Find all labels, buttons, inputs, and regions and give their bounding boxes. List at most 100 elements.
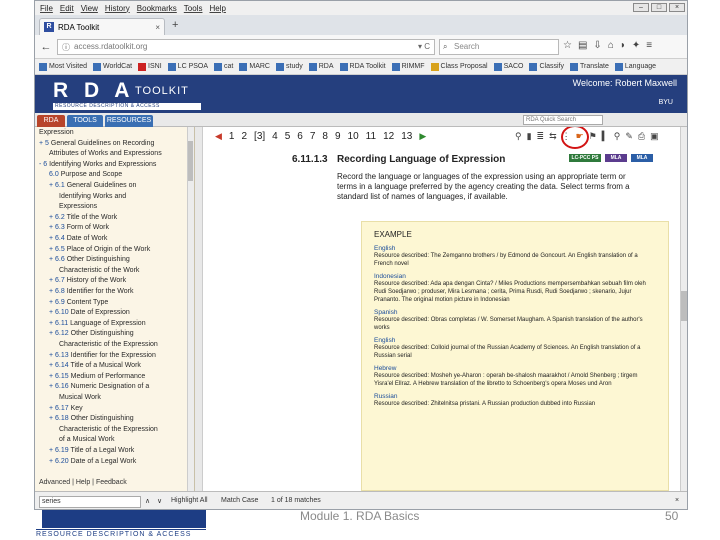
next-page-icon[interactable]: ▶ — [419, 131, 426, 142]
save-icon[interactable]: ▣ — [650, 131, 659, 142]
link-icon[interactable]: ⚲ — [515, 131, 522, 142]
menu-tools[interactable]: Tools — [184, 4, 203, 13]
close-tab-icon[interactable]: × — [155, 23, 160, 32]
toc-item[interactable]: + 6.12 Other Distinguishing — [49, 330, 134, 338]
find-prev-icon[interactable]: ∧ — [145, 497, 150, 505]
browser-tab-rda-toolkit[interactable]: R RDA Toolkit × — [39, 18, 165, 35]
toc-item[interactable]: + 6.19 Title of a Legal Work — [49, 447, 134, 455]
mla-badge[interactable]: MLA — [605, 154, 627, 162]
star-icon[interactable]: ☆ — [563, 40, 572, 51]
bookmark-item[interactable]: SACO — [493, 62, 523, 71]
toc-item[interactable]: + 6.7 History of the Work — [49, 277, 126, 285]
bookmark-item[interactable]: study — [276, 62, 303, 71]
bookmark-item[interactable]: Class Proposal — [430, 62, 488, 71]
toc-item[interactable]: + 6.13 Identifier for the Expression — [49, 352, 156, 360]
marker-icon[interactable]: ▍ — [602, 131, 609, 142]
bookmark-item[interactable]: MARC — [239, 62, 270, 71]
toc-item[interactable]: Expressions — [59, 203, 97, 211]
zoom-icon[interactable]: ⚲ — [614, 131, 621, 142]
lc-pcc-ps-badge[interactable]: LC-PCC PS — [569, 154, 601, 162]
find-next-icon[interactable]: ∨ — [157, 497, 162, 505]
reload-icon[interactable]: ▾ C — [418, 40, 430, 54]
toc-item[interactable]: Characteristic of the Expression — [59, 426, 158, 434]
toc-item[interactable]: + 6.2 Title of the Work — [49, 214, 117, 222]
page-link[interactable]: 4 — [272, 131, 278, 142]
new-tab-button[interactable]: + — [172, 19, 178, 31]
page-link[interactable]: 13 — [401, 131, 412, 142]
toc-item[interactable]: Attributes of Works and Expressions — [49, 150, 162, 158]
bookmark-item[interactable]: LC PSOA — [167, 62, 208, 71]
pocket-icon[interactable]: ◗ — [620, 40, 626, 51]
toc-item[interactable]: of a Musical Work — [59, 436, 115, 444]
close-window-button[interactable]: × — [669, 3, 685, 12]
toc-item[interactable]: + 6.16 Numeric Designation of a — [49, 383, 149, 391]
list-icon[interactable]: ≣ — [537, 131, 545, 142]
site-info-icon[interactable]: ⓘ — [62, 41, 70, 55]
toc-item[interactable]: + 6.11 Language of Expression — [49, 320, 146, 328]
reading-list-icon[interactable]: ▤ — [578, 40, 587, 51]
bookmark-item[interactable]: cat — [214, 62, 233, 71]
menu-help[interactable]: Help — [209, 4, 225, 13]
mla-badge[interactable]: MLA — [631, 154, 653, 162]
page-link[interactable]: 1 — [229, 131, 235, 142]
prev-page-icon[interactable]: ◀ — [215, 131, 222, 142]
bookmark-doc-icon[interactable]: ▮ — [527, 131, 532, 142]
page-link[interactable]: 10 — [348, 131, 359, 142]
rda-quick-search-input[interactable]: RDA Quick Search — [523, 115, 603, 125]
print-icon[interactable]: ⎙ — [638, 131, 645, 142]
download-icon[interactable]: ⇩ — [593, 40, 601, 51]
toc-scroll-thumb[interactable] — [188, 141, 193, 181]
toc-item[interactable]: Musical Work — [59, 394, 101, 402]
toc-item[interactable]: + 6.18 Other Distinguishing — [49, 415, 134, 423]
toc-item[interactable]: + 6.6 Other Distinguishing — [49, 256, 130, 264]
back-arrow-icon[interactable]: ← — [39, 40, 53, 54]
toc-item[interactable]: Identifying Works and — [59, 193, 126, 201]
bookmark-item[interactable]: RIMMF — [391, 62, 425, 71]
page-link[interactable]: 7 — [310, 131, 316, 142]
toc-item[interactable]: + 6.14 Title of a Musical Work — [49, 362, 141, 370]
toc-footer-links[interactable]: Advanced | Help | Feedback — [39, 479, 127, 486]
bookmark-item[interactable]: ISNI — [138, 62, 162, 71]
toc-item[interactable]: + 6.5 Place of Origin of the Work — [49, 246, 150, 254]
menu-bookmarks[interactable]: Bookmarks — [137, 4, 177, 13]
page-link[interactable]: 9 — [335, 131, 341, 142]
browser-search-input[interactable]: ⌕ Search — [439, 39, 559, 55]
highlight-all-toggle[interactable]: Highlight All — [171, 497, 208, 504]
page-link[interactable]: 11 — [366, 131, 376, 142]
maximize-button[interactable]: □ — [651, 3, 667, 12]
tab-resources[interactable]: RESOURCES — [105, 115, 153, 127]
bookmark-item[interactable]: Translate — [569, 62, 609, 71]
toc-item[interactable]: + 6.3 Form of Work — [49, 224, 109, 232]
toc-item[interactable]: Characteristic of the Work — [59, 267, 139, 275]
content-scroll-thumb[interactable] — [681, 291, 687, 321]
menu-edit[interactable]: Edit — [60, 4, 74, 13]
bookmark-item[interactable]: Most Visited — [39, 62, 87, 71]
menu-view[interactable]: View — [81, 4, 98, 13]
toc-item[interactable]: + 6.9 Content Type — [49, 299, 108, 307]
toc-item[interactable]: Expression — [39, 129, 74, 137]
page-link[interactable]: 6 — [297, 131, 303, 142]
flag-icon[interactable]: ⚑ — [589, 131, 597, 142]
toc-item[interactable]: 6.0 Purpose and Scope — [49, 171, 122, 179]
bookmark-item[interactable]: WorldCat — [93, 62, 132, 71]
bookmark-item[interactable]: Language — [614, 62, 656, 71]
bookmark-item[interactable]: Classify — [529, 62, 564, 71]
toc-item[interactable]: + 6.20 Date of a Legal Work — [49, 458, 136, 466]
tab-rda[interactable]: RDA — [37, 115, 65, 127]
page-link[interactable]: 5 — [285, 131, 291, 142]
rda-logo[interactable]: R D A — [53, 79, 134, 103]
bookmark-item[interactable]: RDA Toolkit — [339, 62, 386, 71]
page-link[interactable]: 8 — [322, 131, 328, 142]
find-input[interactable]: series — [39, 496, 141, 508]
menu-hamburger-icon[interactable]: ≡ — [646, 40, 652, 51]
toc-item[interactable]: Characteristic of the Expression — [59, 341, 158, 349]
page-link[interactable]: 2 — [241, 131, 247, 142]
bookmark-item[interactable]: RDA — [308, 62, 334, 71]
url-bar[interactable]: ⓘ access.rdatoolkit.org ▾ C — [57, 39, 435, 55]
minimize-button[interactable]: – — [633, 3, 649, 12]
toc-item[interactable]: + 6.1 General Guidelines on — [49, 182, 136, 190]
match-case-toggle[interactable]: Match Case — [221, 497, 258, 504]
toc-item[interactable]: + 6.17 Key — [49, 405, 83, 413]
toc-item[interactable]: + 6.8 Identifier for the Work — [49, 288, 134, 296]
toc-item[interactable]: + 5 General Guidelines on Recording — [39, 140, 154, 148]
